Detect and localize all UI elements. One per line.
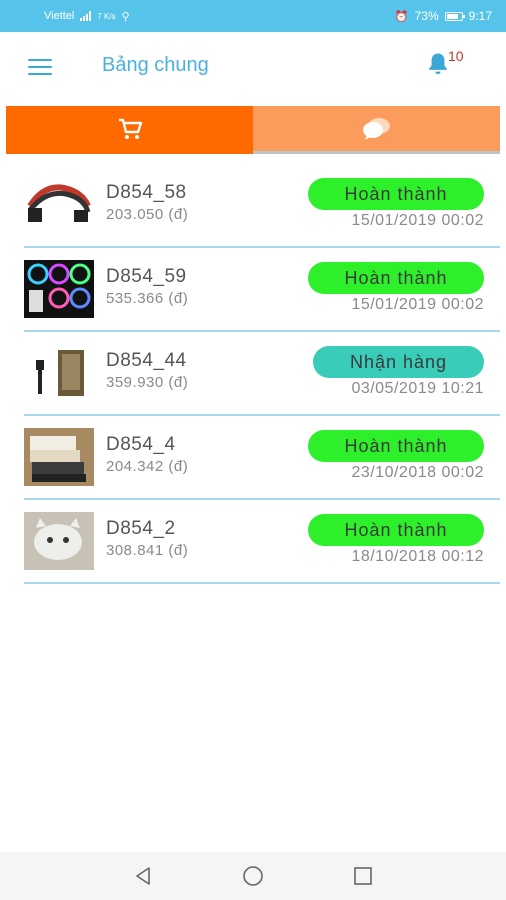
app-bar: Bảng chung 10	[0, 32, 506, 100]
notification-badge: 10	[448, 48, 464, 64]
battery-percent: 73%	[414, 9, 439, 23]
order-date: 03/05/2019 10:21	[351, 380, 484, 397]
order-row[interactable]: D854_58 203.050 (đ) Hoàn thành 15/01/201…	[0, 164, 506, 248]
back-button[interactable]	[131, 864, 155, 888]
carrier-label: Viettel	[44, 10, 75, 22]
order-date: 18/10/2018 00:12	[351, 548, 484, 565]
tab-bar	[6, 106, 500, 154]
order-row[interactable]: D854_59 535.366 (đ) Hoàn thành 15/01/201…	[0, 248, 506, 332]
recents-button[interactable]	[351, 864, 375, 888]
status-bar: Viettel 7 K/s ⚲ ⏰ 73% 9:17	[0, 0, 506, 32]
row-divider	[24, 582, 500, 584]
order-amount: 204.342 (đ)	[106, 458, 189, 475]
status-badge[interactable]: Hoàn thành	[308, 514, 484, 546]
signal-icon	[80, 11, 92, 21]
cart-icon	[118, 118, 142, 139]
order-date: 15/01/2019 00:02	[351, 296, 484, 313]
menu-icon-line	[28, 73, 52, 75]
order-date: 15/01/2019 00:02	[351, 212, 484, 229]
home-button[interactable]	[241, 864, 265, 888]
order-code: D854_44	[106, 350, 187, 371]
tab-chat[interactable]	[253, 106, 500, 154]
order-amount: 203.050 (đ)	[106, 206, 189, 223]
usb-icon: ⚲	[121, 10, 130, 23]
product-thumbnail	[24, 428, 94, 486]
order-code: D854_4	[106, 434, 176, 455]
order-date: 23/10/2018 00:02	[351, 464, 484, 481]
order-code: D854_58	[106, 182, 187, 203]
status-badge[interactable]: Nhận hàng	[313, 346, 484, 378]
order-row[interactable]: D854_4 204.342 (đ) Hoàn thành 23/10/2018…	[0, 416, 506, 500]
page-title: Bảng chung	[102, 54, 209, 76]
order-row[interactable]: D854_2 308.841 (đ) Hoàn thành 18/10/2018…	[0, 500, 506, 584]
status-bar-right: ⏰ 73% 9:17	[395, 9, 492, 23]
status-badge[interactable]: Hoàn thành	[308, 178, 484, 210]
battery-icon	[444, 11, 465, 21]
back-icon	[136, 867, 150, 885]
recents-icon	[354, 867, 372, 885]
alarm-icon: ⏰	[394, 10, 409, 23]
network-speed: 7 K/s	[97, 11, 116, 21]
order-code: D854_2	[106, 518, 176, 539]
status-badge[interactable]: Hoàn thành	[308, 262, 484, 294]
order-amount: 359.930 (đ)	[106, 374, 189, 391]
menu-button[interactable]	[24, 56, 58, 78]
product-thumbnail	[24, 260, 94, 318]
tab-orders[interactable]	[6, 106, 253, 154]
order-row[interactable]: D854_44 359.930 (đ) Nhận hàng 03/05/2019…	[0, 332, 506, 416]
product-thumbnail	[24, 344, 94, 402]
status-bar-left: Viettel 7 K/s ⚲	[44, 10, 130, 23]
order-amount: 535.366 (đ)	[106, 290, 189, 307]
order-list: D854_58 203.050 (đ) Hoàn thành 15/01/201…	[0, 164, 506, 584]
chat-icon	[362, 117, 390, 140]
menu-icon	[28, 59, 52, 61]
order-amount: 308.841 (đ)	[106, 542, 189, 559]
home-icon	[243, 866, 263, 886]
clock: 9:17	[468, 9, 492, 23]
product-thumbnail	[24, 176, 94, 234]
product-thumbnail	[24, 512, 94, 570]
navigation-bar	[0, 852, 506, 900]
menu-icon-line	[28, 66, 52, 68]
status-badge[interactable]: Hoàn thành	[308, 430, 484, 462]
order-code: D854_59	[106, 266, 187, 287]
